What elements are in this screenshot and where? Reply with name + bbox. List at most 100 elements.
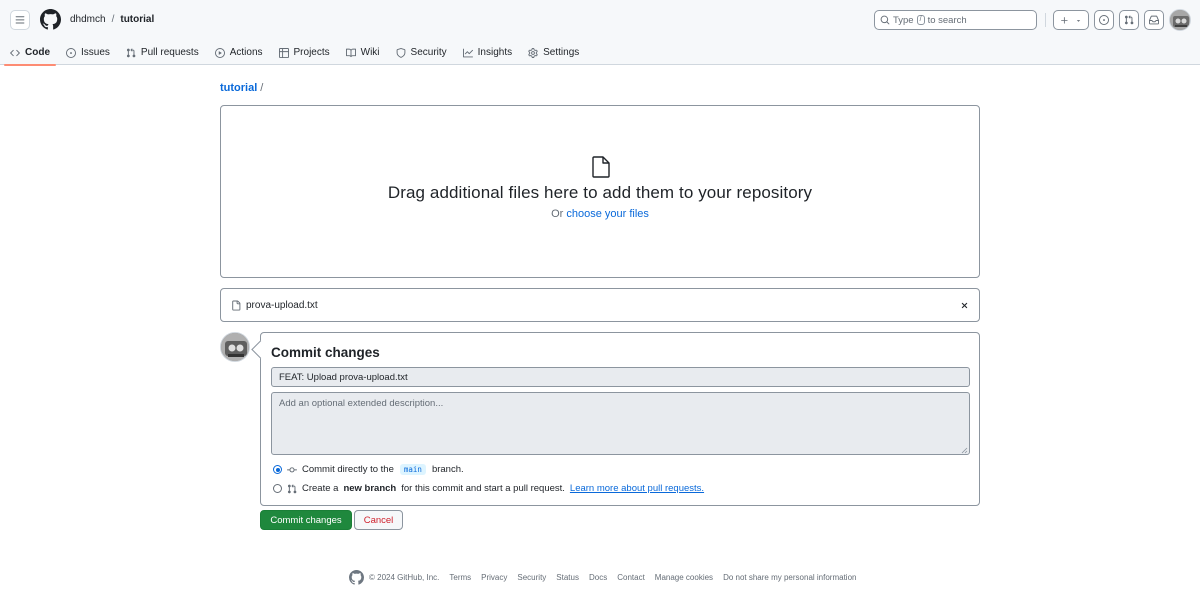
commit-direct-option[interactable]: Commit directly to the main branch. — [273, 464, 464, 475]
footer: © 2024 GitHub, Inc. Terms Privacy Securi… — [349, 570, 866, 585]
learn-more-link[interactable]: Learn more about pull requests. — [570, 483, 704, 494]
commit-direct-prefix: Commit directly to the — [302, 464, 394, 475]
drop-zone-subtitle: Or choose your files — [221, 208, 979, 220]
new-branch-radio[interactable] — [273, 484, 282, 493]
tab-pull-requests[interactable]: Pull requests — [120, 40, 205, 65]
path-separator: / — [260, 82, 264, 94]
commit-direct-radio[interactable] — [273, 465, 282, 474]
search-icon — [880, 15, 890, 25]
new-branch-prefix: Create a — [302, 483, 339, 494]
github-mark-icon[interactable] — [349, 570, 364, 585]
repo-root-link[interactable]: tutorial — [220, 82, 257, 94]
header-divider — [1045, 13, 1046, 27]
commit-heading: Commit changes — [271, 345, 380, 360]
commit-form: Commit changes FEAT: Upload prova-upload… — [260, 332, 980, 506]
create-new-button[interactable] — [1053, 10, 1089, 30]
remove-file-button[interactable] — [960, 301, 969, 310]
tab-label: Wiki — [360, 47, 380, 58]
breadcrumb: dhdmch / tutorial — [70, 14, 154, 25]
footer-link-status[interactable]: Status — [556, 573, 579, 582]
tab-settings[interactable]: Settings — [522, 40, 585, 65]
uploaded-file-row: prova-upload.txt — [220, 288, 980, 322]
uploaded-file-name: prova-upload.txt — [246, 299, 318, 311]
inbox-icon — [1149, 15, 1159, 25]
footer-link-do-not-share[interactable]: Do not share my personal information — [723, 573, 856, 582]
tab-label: Issues — [81, 47, 110, 58]
tab-label: Code — [25, 47, 50, 58]
footer-link-security[interactable]: Security — [517, 573, 546, 582]
tab-code[interactable]: Code — [4, 40, 56, 66]
commit-direct-suffix: branch. — [431, 464, 464, 475]
avatar — [220, 332, 250, 362]
notifications-button[interactable] — [1144, 10, 1164, 30]
tab-security[interactable]: Security — [390, 40, 453, 65]
cancel-button[interactable]: Cancel — [354, 510, 403, 530]
search-shortcut-key: / — [916, 15, 925, 25]
avatar-image-icon — [1170, 10, 1190, 30]
plus-icon — [1061, 16, 1068, 24]
close-icon — [961, 302, 968, 309]
tab-projects[interactable]: Projects — [273, 40, 336, 65]
new-branch-suffix: for this commit and start a pull request… — [401, 483, 565, 494]
tab-label: Pull requests — [140, 47, 199, 58]
file-drop-zone[interactable]: Drag additional files here to add them t… — [220, 105, 980, 278]
footer-link-docs[interactable]: Docs — [589, 573, 607, 582]
footer-link-contact[interactable]: Contact — [617, 573, 645, 582]
git-commit-icon — [287, 466, 297, 472]
repo-link[interactable]: tutorial — [120, 14, 154, 25]
file-path-breadcrumb: tutorial / — [220, 82, 263, 94]
git-pull-request-icon — [287, 483, 297, 493]
new-branch-bold: new branch — [343, 483, 397, 494]
user-avatar[interactable] — [1169, 9, 1191, 31]
commit-description-textarea[interactable]: Add an optional extended description... — [271, 392, 970, 455]
search-input[interactable]: Type / to search — [874, 10, 1037, 30]
search-prefix: Type — [893, 14, 914, 26]
tab-label: Security — [410, 47, 447, 58]
pull-requests-button[interactable] — [1119, 10, 1139, 30]
drop-zone-title: Drag additional files here to add them t… — [387, 183, 813, 202]
footer-link-terms[interactable]: Terms — [449, 573, 471, 582]
breadcrumb-separator: / — [111, 14, 115, 25]
graph-icon — [462, 48, 473, 57]
repo-nav: Code Issues Pull requests Actions Projec… — [0, 40, 585, 66]
tab-insights[interactable]: Insights — [457, 40, 518, 65]
issue-icon — [66, 47, 76, 58]
hamburger-icon — [15, 16, 25, 24]
choose-files-link[interactable]: choose your files — [566, 208, 649, 220]
gear-icon — [528, 47, 538, 58]
tab-label: Actions — [229, 47, 263, 58]
tab-label: Insights — [477, 47, 513, 58]
menu-button[interactable] — [10, 10, 30, 30]
code-icon — [10, 49, 20, 56]
drop-zone-or: Or — [551, 208, 564, 220]
commit-message-input[interactable]: FEAT: Upload prova-upload.txt — [271, 367, 970, 387]
owner-link[interactable]: dhdmch — [70, 14, 106, 25]
tab-issues[interactable]: Issues — [60, 40, 116, 65]
tab-wiki[interactable]: Wiki — [340, 40, 386, 65]
book-icon — [345, 48, 356, 57]
commit-changes-button[interactable]: Commit changes — [260, 510, 352, 530]
issue-opened-icon — [1099, 15, 1109, 25]
pull-request-icon — [126, 47, 136, 57]
file-icon — [592, 156, 610, 178]
shield-icon — [396, 47, 405, 58]
file-icon — [232, 300, 241, 310]
copyright-text: © 2024 GitHub, Inc. — [369, 573, 440, 582]
issues-button[interactable] — [1094, 10, 1114, 30]
git-pull-request-icon — [1124, 15, 1134, 25]
play-icon — [214, 47, 225, 58]
avatar-image-icon — [221, 333, 249, 361]
triangle-down-icon — [1076, 19, 1081, 22]
table-icon — [278, 47, 289, 58]
new-branch-option[interactable]: Create a new branch for this commit and … — [273, 483, 704, 494]
footer-link-manage-cookies[interactable]: Manage cookies — [655, 573, 713, 582]
footer-link-privacy[interactable]: Privacy — [481, 573, 507, 582]
branch-name: main — [399, 464, 426, 475]
resize-handle-icon[interactable] — [961, 447, 968, 454]
github-logo-icon[interactable] — [40, 9, 61, 30]
app-header: dhdmch / tutorial Type / to search Code — [0, 0, 1200, 66]
tab-label: Projects — [293, 47, 330, 58]
tab-label: Settings — [543, 47, 580, 58]
tab-actions[interactable]: Actions — [209, 40, 269, 65]
search-suffix: to search — [927, 14, 967, 26]
